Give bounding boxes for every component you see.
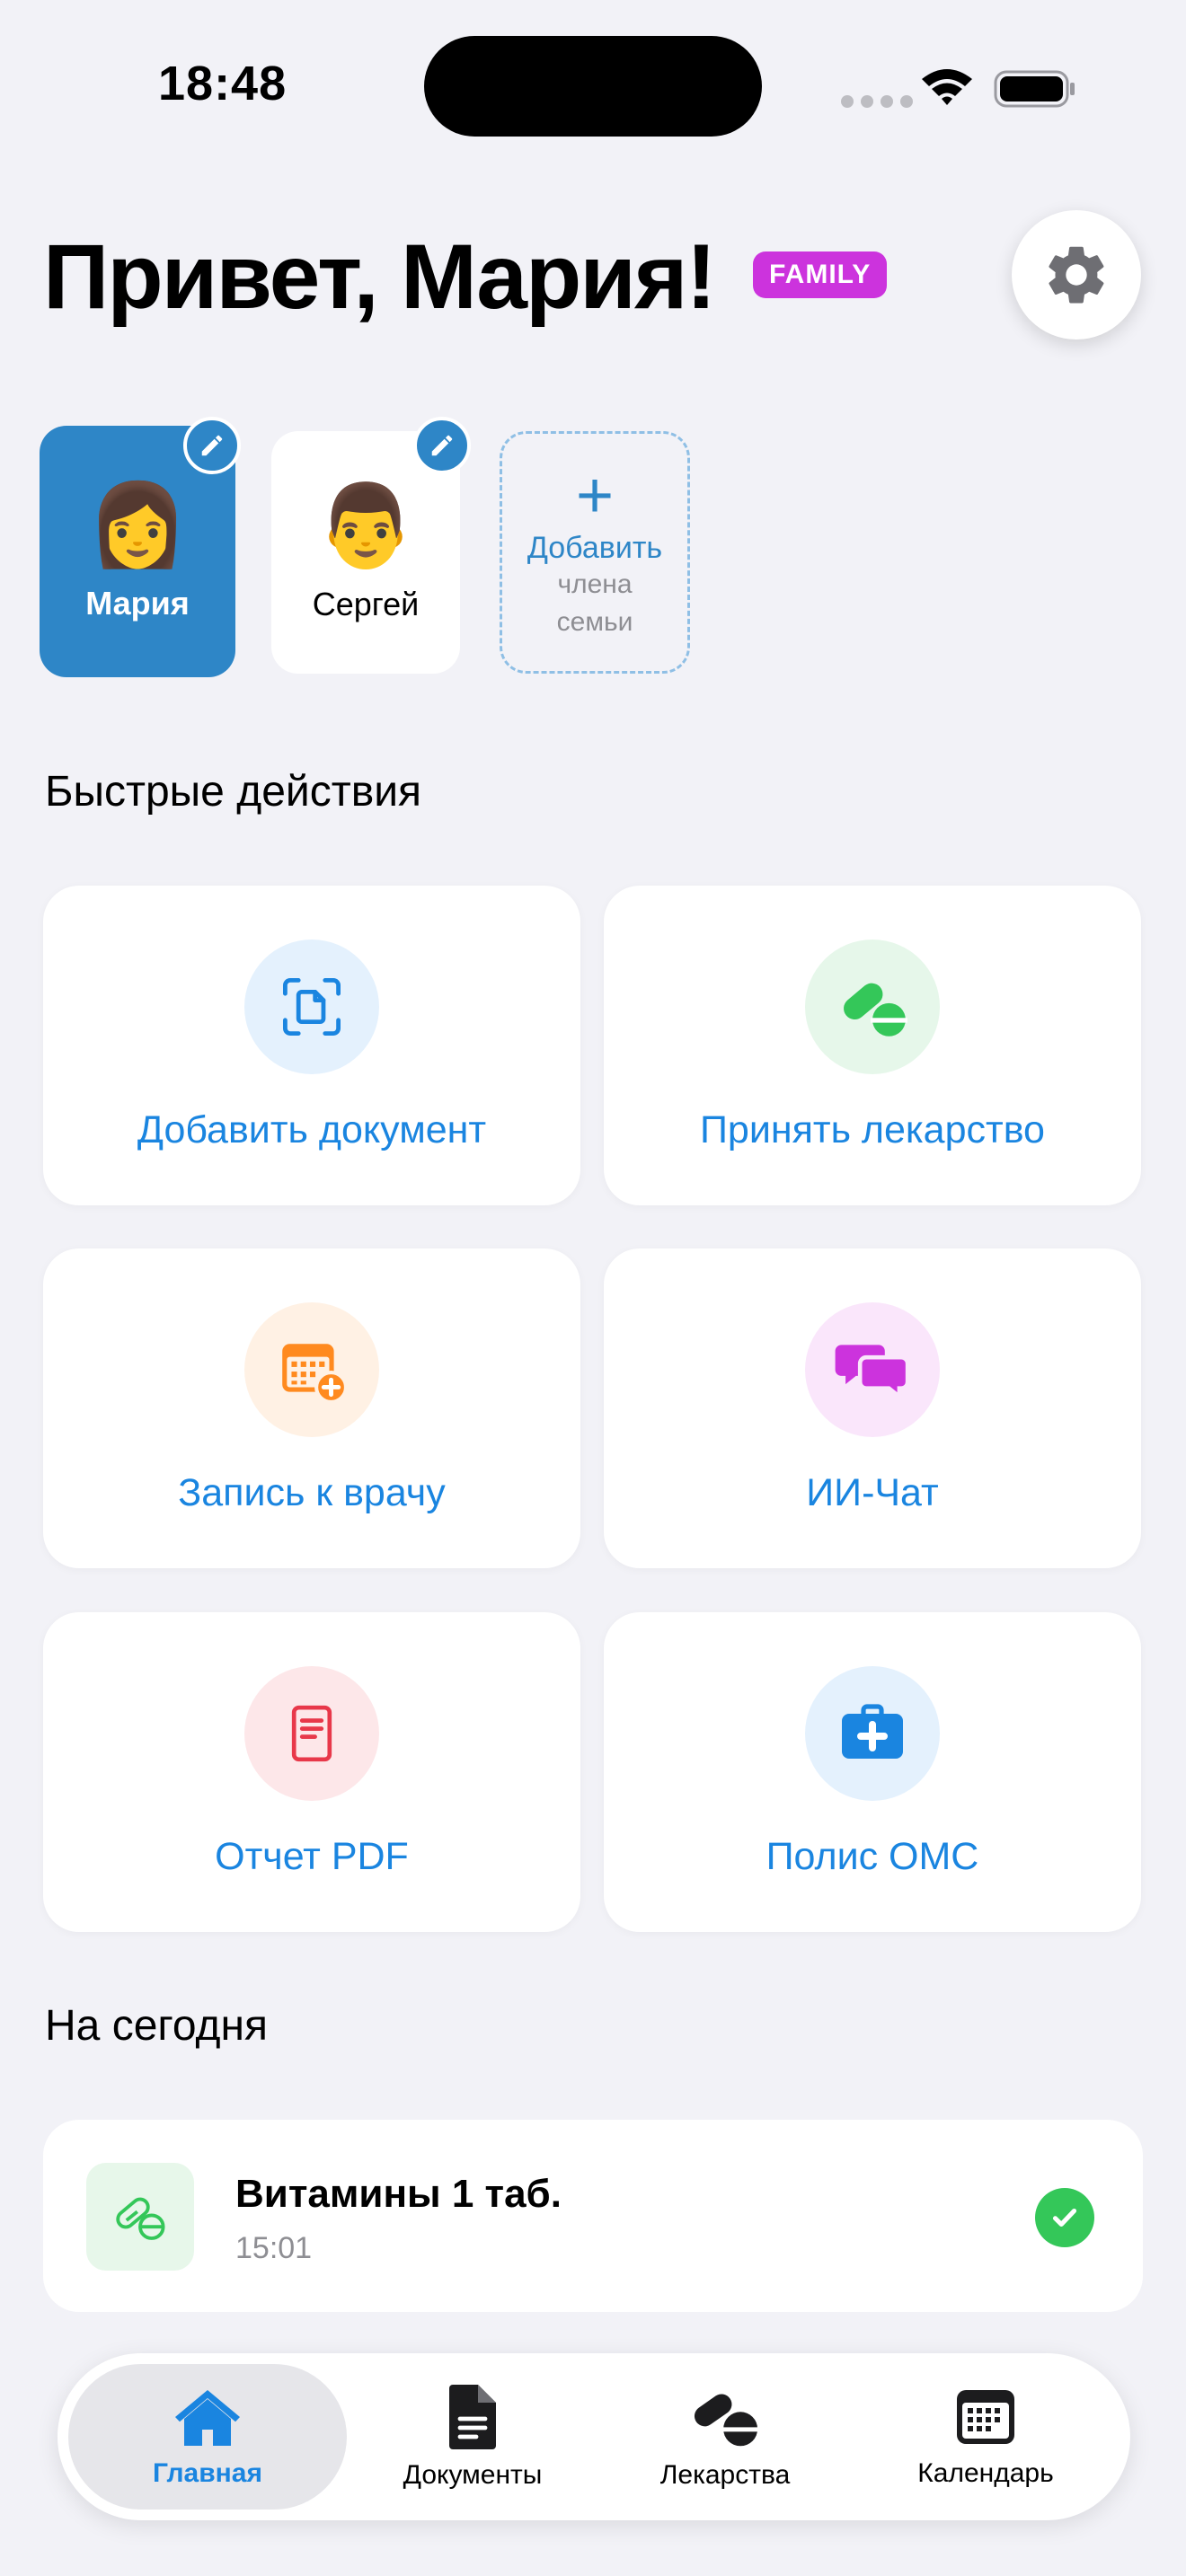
- status-bar: 18:48: [0, 0, 1186, 171]
- chat-bubbles-icon: [835, 1345, 910, 1401]
- action-take-medicine[interactable]: Принять лекарство: [604, 886, 1141, 1205]
- calendar-icon: [957, 2390, 1014, 2444]
- avatar: 👩: [86, 481, 189, 570]
- action-label: Принять лекарство: [700, 1108, 1045, 1151]
- action-label: Отчет PDF: [215, 1835, 409, 1878]
- dynamic-island: [424, 36, 762, 137]
- plus-icon: +: [575, 459, 615, 532]
- section-title-today: На сегодня: [45, 2002, 268, 2050]
- edit-member-button[interactable]: [413, 417, 471, 474]
- tab-bar: Главная Документы Лекарства Календарь: [58, 2353, 1130, 2520]
- action-label: Добавить документ: [137, 1108, 487, 1151]
- home-icon: [175, 2390, 240, 2446]
- pills-icon: [694, 2394, 759, 2447]
- tab-calendar[interactable]: Календарь: [852, 2364, 1120, 2510]
- doc-scan-icon: [282, 977, 341, 1037]
- tab-medicines[interactable]: Лекарства: [598, 2364, 852, 2510]
- tab-label: Главная: [152, 2458, 262, 2488]
- action-pdf-report[interactable]: Отчет PDF: [43, 1612, 580, 1932]
- done-checkmark-button[interactable]: [1035, 2188, 1094, 2247]
- edit-member-button[interactable]: [183, 417, 241, 474]
- tab-label: Лекарства: [659, 2460, 791, 2490]
- action-insurance-policy[interactable]: Полис ОМС: [604, 1612, 1141, 1932]
- gear-icon: [1049, 246, 1104, 304]
- add-member-sublabel: семьи: [556, 606, 633, 637]
- tab-documents[interactable]: Документы: [347, 2364, 598, 2510]
- pencil-icon: [431, 435, 453, 456]
- action-add-document[interactable]: Добавить документ: [43, 886, 580, 1205]
- reminder-title: Витамины 1 таб.: [235, 2172, 562, 2216]
- member-name: Мария: [85, 585, 190, 622]
- pills-icon: [86, 2163, 194, 2271]
- tab-home[interactable]: Главная: [68, 2364, 347, 2510]
- add-member-button[interactable]: + Добавить члена семьи: [500, 431, 690, 674]
- medical-case-icon: [842, 1704, 903, 1759]
- icon-circle: [244, 1302, 379, 1437]
- calendar-add-icon: [282, 1344, 348, 1404]
- action-label: Запись к врачу: [178, 1471, 446, 1514]
- icon-circle: [244, 940, 379, 1074]
- avatar: 👨: [314, 481, 417, 571]
- tab-label: Календарь: [917, 2458, 1054, 2488]
- plan-badge: FAMILY: [753, 251, 888, 298]
- add-member-sublabel: члена: [557, 569, 633, 599]
- list-item[interactable]: Витамины 1 таб. 15:01: [43, 2120, 1143, 2312]
- page-title: Привет, Мария!: [43, 225, 716, 328]
- icon-circle: [244, 1666, 379, 1801]
- pills-icon: [844, 983, 907, 1037]
- document-icon: [449, 2385, 496, 2449]
- icon-circle: [805, 940, 940, 1074]
- pencil-icon: [201, 435, 223, 456]
- action-label: ИИ-Чат: [806, 1471, 939, 1514]
- checkmark-icon: [1052, 2208, 1077, 2228]
- cellular-signal-icon: [841, 95, 913, 108]
- reminder-time: 15:01: [235, 2231, 313, 2265]
- member-name: Сергей: [312, 586, 420, 622]
- status-time: 18:48: [158, 57, 288, 110]
- action-ai-chat[interactable]: ИИ-Чат: [604, 1248, 1141, 1568]
- icon-circle: [805, 1666, 940, 1801]
- tab-label: Документы: [403, 2460, 543, 2490]
- pdf-report-icon: [291, 1705, 332, 1762]
- action-doctor-appointment[interactable]: Запись к врачу: [43, 1248, 580, 1568]
- wifi-icon: [922, 69, 972, 105]
- battery-icon: [994, 70, 1075, 108]
- settings-button[interactable]: [1012, 210, 1141, 340]
- action-label: Полис ОМС: [766, 1835, 979, 1878]
- section-title-quick-actions: Быстрые действия: [45, 768, 422, 816]
- icon-circle: [805, 1302, 940, 1437]
- add-member-label: Добавить: [527, 530, 663, 565]
